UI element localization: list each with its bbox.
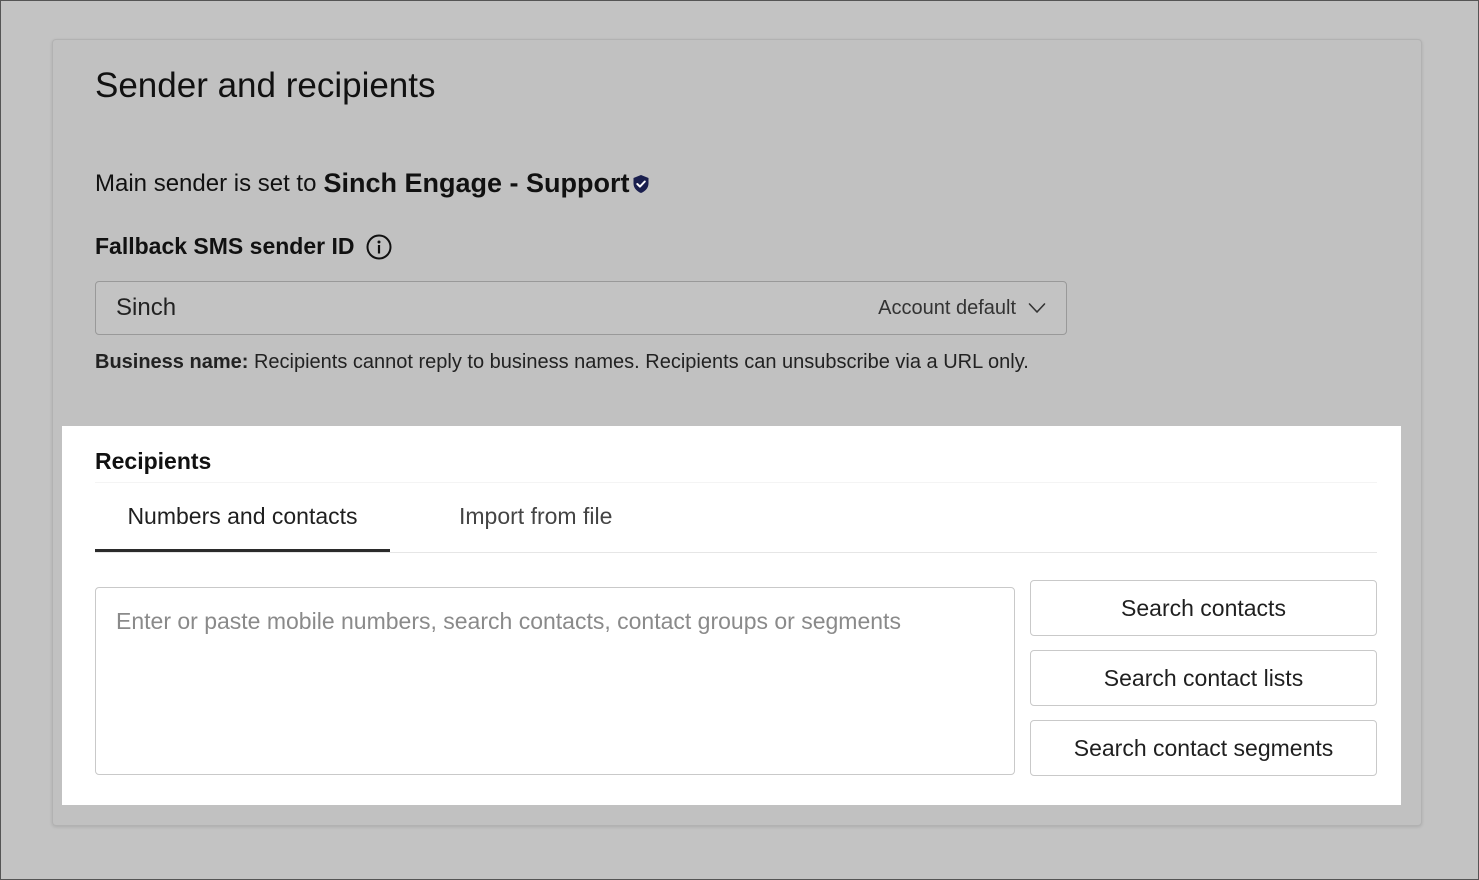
main-sender-line: Main sender is set to Sinch Engage - Sup…	[95, 168, 650, 199]
section-title: Sender and recipients	[95, 66, 436, 105]
chevron-down-icon	[1028, 302, 1046, 314]
search-contact-lists-button[interactable]: Search contact lists	[1030, 650, 1377, 706]
tab-numbers-and-contacts[interactable]: Numbers and contacts	[95, 483, 390, 552]
shield-check-icon	[632, 174, 650, 194]
note-bold-label: Business name:	[95, 351, 249, 373]
main-sender-name: Sinch Engage - Support	[323, 168, 630, 198]
recipients-input[interactable]	[95, 587, 1015, 775]
search-contact-segments-button[interactable]: Search contact segments	[1030, 720, 1377, 776]
fallback-sender-label-text: Fallback SMS sender ID	[95, 233, 355, 259]
recipients-panel: Recipients Numbers and contacts Import f…	[62, 426, 1401, 805]
fallback-sender-hint: Account default	[878, 296, 1016, 319]
search-contacts-button[interactable]: Search contacts	[1030, 580, 1377, 636]
recipients-tabs: Numbers and contacts Import from file	[95, 482, 1377, 553]
business-name-note: Business name: Recipients cannot reply t…	[95, 346, 1055, 379]
note-text: Recipients cannot reply to business name…	[248, 351, 1029, 373]
tab-import-from-file[interactable]: Import from file	[459, 483, 612, 550]
fallback-sender-value: Sinch	[116, 294, 177, 321]
main-sender-prefix: Main sender is set to	[95, 169, 317, 197]
recipients-title: Recipients	[95, 448, 212, 474]
fallback-sender-label: Fallback SMS sender ID	[95, 233, 392, 260]
fallback-sender-select[interactable]: Sinch Account default	[95, 281, 1067, 335]
info-icon[interactable]	[366, 234, 392, 260]
